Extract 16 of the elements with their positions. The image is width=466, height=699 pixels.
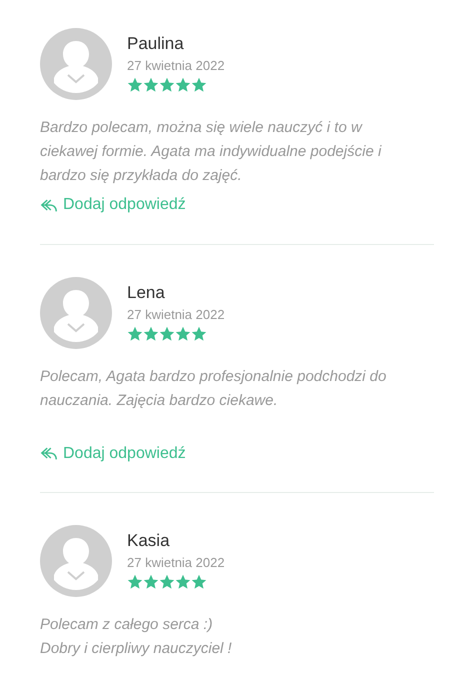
avatar-icon <box>40 28 112 100</box>
review-text: Bardzo polecam, można się wiele nauczyć i to w ciekawej formie. Agata ma indywidualne podejście i bardzo się przykłada do zajęć. <box>40 118 383 186</box>
reviewer-name: Paulina <box>127 34 185 54</box>
reply-link[interactable]: Dodaj odpowiedź <box>40 444 186 462</box>
reviewer-name: Lena <box>127 282 166 302</box>
reply-icon <box>40 446 58 461</box>
reply-link[interactable]: Dodaj odpowiedź <box>40 196 186 214</box>
reply-icon <box>40 198 58 212</box>
avatar-icon <box>40 276 112 348</box>
review-date: 27 kwietnia 2022 <box>127 306 225 322</box>
avatar-icon <box>40 525 112 597</box>
review-date: 27 kwietnia 2022 <box>127 58 225 74</box>
review-text: Polecam z całego serca :) Dobry i cierpliwy nauczyciel ! <box>40 615 233 659</box>
review-text: Polecam, Agata bardzo profesjonalnie podchodzi do nauczania. Zajęcia bardzo ciekawe. <box>40 366 388 410</box>
reviewer-name: Kasia <box>127 531 171 551</box>
review-date: 27 kwietnia 2022 <box>127 555 225 571</box>
